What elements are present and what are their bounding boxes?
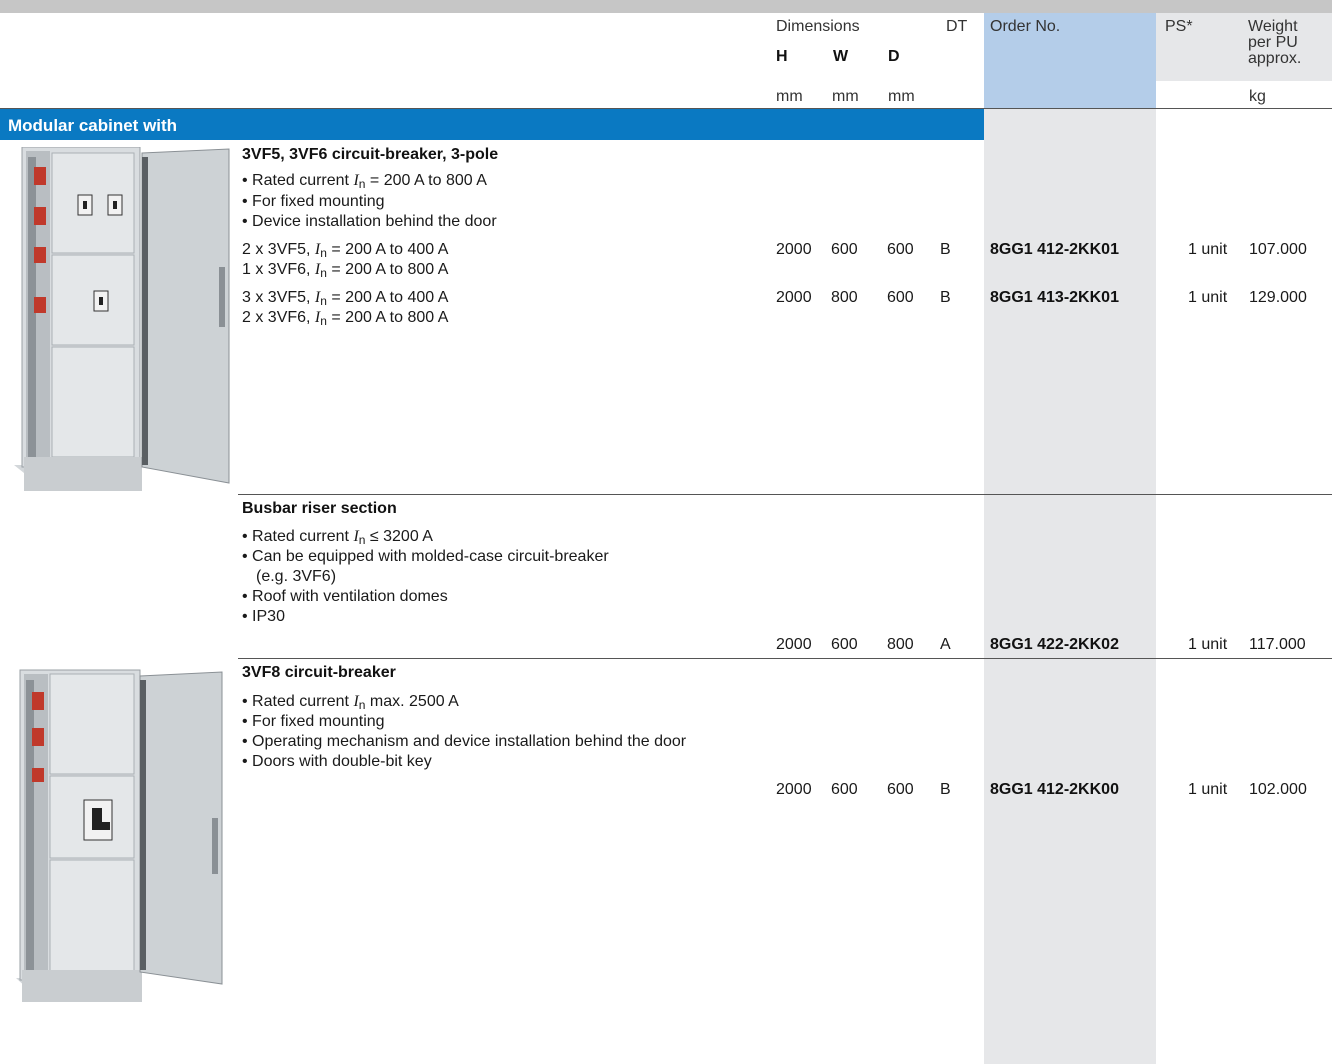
cell-ps: 1 unit	[1188, 241, 1228, 258]
unit-w: mm	[832, 88, 859, 105]
dimensions-header: Dimensions	[776, 18, 860, 35]
cell-w: 600	[831, 781, 858, 798]
bullet: • Operating mechanism and device install…	[242, 733, 687, 750]
cell-ps: 1 unit	[1188, 781, 1228, 798]
cell-order: 8GG1 413-2KK01	[990, 289, 1119, 306]
row-desc: 3 x 3VF5, In = 200 A to 400 A	[242, 289, 449, 308]
cell-d: 600	[887, 781, 914, 798]
cabinet-open-door-photo	[14, 146, 234, 495]
cell-h: 2000	[776, 241, 812, 258]
cell-h: 2000	[776, 781, 812, 798]
top-bar	[0, 0, 1332, 13]
cell-d: 800	[887, 636, 914, 653]
d-header: D	[888, 48, 900, 65]
h-header: H	[776, 48, 788, 65]
group-title: 3VF5, 3VF6 circuit-breaker, 3-pole	[242, 146, 499, 163]
cell-dt: A	[940, 636, 951, 653]
cell-d: 600	[887, 241, 914, 258]
cell-ps: 1 unit	[1188, 636, 1228, 653]
cell-weight: 129.000	[1249, 289, 1307, 306]
cell-order: 8GG1 422-2KK02	[990, 636, 1119, 653]
bullet: • Can be equipped with molded-case circu…	[242, 548, 609, 565]
bullet: • Roof with ventilation domes	[242, 588, 448, 605]
ps-header: PS*	[1165, 18, 1193, 35]
bullet: • Rated current In = 200 A to 800 A	[242, 172, 487, 191]
cell-weight: 117.000	[1249, 636, 1306, 653]
unit-kg: kg	[1249, 88, 1266, 105]
group-rule	[238, 658, 1332, 659]
section-title: Modular cabinet with	[8, 116, 178, 135]
cell-dt: B	[940, 289, 951, 306]
cell-ps: 1 unit	[1188, 289, 1228, 306]
bullet: • Rated current In max. 2500 A	[242, 693, 459, 712]
cell-w: 600	[831, 241, 858, 258]
group-rule	[238, 494, 1332, 495]
weight-header-1: Weight	[1248, 18, 1298, 35]
bullet: • Doors with double-bit key	[242, 753, 432, 770]
cell-h: 2000	[776, 636, 812, 653]
cell-w: 600	[831, 636, 858, 653]
cell-d: 600	[887, 289, 914, 306]
weight-header-2: per PU	[1248, 34, 1298, 51]
w-header: W	[833, 48, 849, 65]
order-no-header: Order No.	[990, 18, 1061, 35]
cell-dt: B	[940, 781, 951, 798]
cell-order: 8GG1 412-2KK01	[990, 241, 1119, 258]
bullet: • For fixed mounting	[242, 713, 385, 730]
row-desc: 2 x 3VF6, In = 200 A to 800 A	[242, 309, 449, 328]
cell-w: 800	[831, 289, 858, 306]
dt-header: DT	[946, 18, 968, 35]
cell-weight: 102.000	[1249, 781, 1307, 798]
bullet: (e.g. 3VF6)	[256, 568, 337, 585]
unit-d: mm	[888, 88, 915, 105]
cell-order: 8GG1 412-2KK00	[990, 781, 1119, 798]
cell-dt: B	[940, 241, 951, 258]
row-desc: 2 x 3VF5, In = 200 A to 400 A	[242, 241, 449, 260]
row-desc: 1 x 3VF6, In = 200 A to 800 A	[242, 261, 449, 280]
order-column-shade	[984, 13, 1156, 1064]
group-title: Busbar riser section	[242, 500, 397, 517]
unit-h: mm	[776, 88, 803, 105]
bullet: • Device installation behind the door	[242, 213, 497, 230]
weight-header-3: approx.	[1248, 50, 1302, 67]
group-title: 3VF8 circuit-breaker	[242, 664, 396, 681]
cell-weight: 107.000	[1249, 241, 1307, 258]
cell-h: 2000	[776, 289, 812, 306]
bullet: • Rated current In ≤ 3200 A	[242, 528, 433, 547]
cabinet-3vf8-photo	[14, 668, 226, 1004]
bullet: • For fixed mounting	[242, 193, 385, 210]
bullet: • IP30	[242, 608, 285, 625]
